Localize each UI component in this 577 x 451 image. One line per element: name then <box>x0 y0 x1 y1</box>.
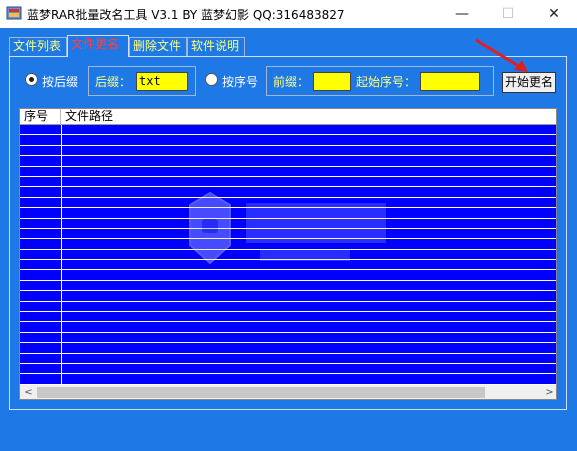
start-seq-label: 起始序号： <box>356 75 417 89</box>
title-bar: 蓝梦RAR批量改名工具 V3.1 BY 蓝梦幻影 QQ:316483827 — … <box>0 0 577 28</box>
minimize-button[interactable]: — <box>439 0 485 28</box>
table-header: 序号 文件路径 <box>20 109 556 125</box>
tab-delete-files[interactable]: 删除文件 <box>129 37 187 56</box>
maximize-button[interactable]: ☐ <box>485 0 531 28</box>
horizontal-scrollbar[interactable]: < > <box>20 385 556 399</box>
suffix-input[interactable]: txt <box>136 72 188 91</box>
scroll-thumb[interactable] <box>37 387 485 398</box>
radio-by-suffix-label[interactable]: 按后缀 <box>42 73 78 90</box>
table-row[interactable] <box>20 156 556 167</box>
column-header-path[interactable]: 文件路径 <box>61 109 556 125</box>
table-row[interactable] <box>20 333 556 344</box>
table-row[interactable] <box>20 354 556 364</box>
maximize-icon: ☐ <box>501 6 515 22</box>
table-row[interactable] <box>20 302 556 313</box>
scroll-left-button[interactable]: < <box>20 385 37 399</box>
red-arrow-icon <box>475 38 528 72</box>
minimize-icon: — <box>455 6 469 22</box>
watermark-logo <box>189 191 386 265</box>
table-row[interactable] <box>20 322 556 333</box>
scroll-right-button[interactable]: > <box>541 385 556 399</box>
radio-by-sequence[interactable] <box>205 73 218 86</box>
table-row[interactable] <box>20 374 556 385</box>
prefix-label: 前缀： <box>273 75 310 89</box>
close-button[interactable]: ✕ <box>531 0 577 28</box>
table-row[interactable] <box>20 281 556 292</box>
prefix-input[interactable] <box>313 72 351 91</box>
tab-file-rename[interactable]: 文件更名 <box>67 35 129 57</box>
table-row[interactable] <box>20 125 556 136</box>
suffix-label: 后缀： <box>95 75 132 89</box>
table-row[interactable] <box>20 312 556 323</box>
column-header-index[interactable]: 序号 <box>20 109 61 125</box>
window-title: 蓝梦RAR批量改名工具 V3.1 BY 蓝梦幻影 QQ:316483827 <box>27 8 345 22</box>
radio-by-suffix[interactable] <box>25 73 38 86</box>
table-row[interactable] <box>20 146 556 157</box>
table-row[interactable] <box>20 167 556 177</box>
close-icon: ✕ <box>548 6 560 22</box>
table-row[interactable] <box>20 135 556 146</box>
app-icon <box>6 6 22 20</box>
radio-by-sequence-label[interactable]: 按序号 <box>222 73 258 90</box>
table-row[interactable] <box>20 364 556 375</box>
table-row[interactable] <box>20 343 556 354</box>
column-divider <box>61 125 62 385</box>
tab-file-list[interactable]: 文件列表 <box>9 37 67 56</box>
tab-software-info[interactable]: 软件说明 <box>187 37 245 56</box>
table-row[interactable] <box>20 291 556 302</box>
